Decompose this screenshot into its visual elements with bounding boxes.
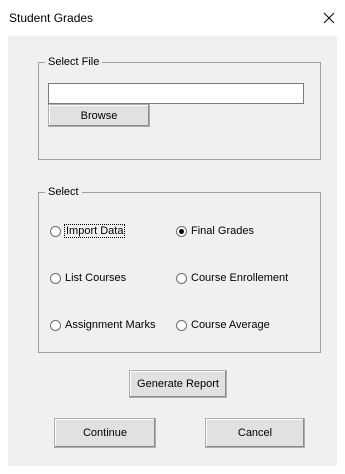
radio-import-data[interactable]: Import Data: [50, 223, 126, 239]
radio-course-enrollement[interactable]: Course Enrollement: [176, 270, 288, 286]
file-path-input[interactable]: [48, 83, 304, 104]
select-file-group: Select File Browse: [38, 55, 321, 160]
radio-final-grades-label: Final Grades: [191, 225, 254, 237]
radio-assignment-marks-circle[interactable]: [50, 319, 61, 331]
radio-assignment-marks[interactable]: Assignment Marks: [50, 317, 155, 333]
dialog-body: Select File Browse Select Import Data Fi…: [8, 36, 337, 466]
radio-course-enrollement-circle[interactable]: [176, 272, 187, 284]
continue-button[interactable]: Continue: [54, 418, 156, 448]
radio-final-grades-circle[interactable]: [176, 225, 187, 237]
radio-list-courses-circle[interactable]: [50, 272, 61, 284]
cancel-button[interactable]: Cancel: [205, 418, 305, 448]
select-group: Select Import Data Final Grades List Cou…: [38, 185, 321, 353]
radio-course-average[interactable]: Course Average: [176, 317, 270, 333]
radio-course-average-circle[interactable]: [176, 319, 187, 331]
radio-course-average-label: Course Average: [191, 319, 270, 331]
window-title: Student Grades: [9, 11, 94, 25]
browse-button[interactable]: Browse: [48, 104, 150, 127]
generate-report-button[interactable]: Generate Report: [129, 370, 227, 398]
close-button[interactable]: [317, 7, 341, 29]
radio-import-data-circle[interactable]: [50, 225, 61, 237]
radio-assignment-marks-label: Assignment Marks: [65, 319, 156, 331]
radio-list-courses[interactable]: List Courses: [50, 270, 126, 286]
select-file-legend: Select File: [45, 55, 103, 69]
select-legend: Select: [45, 185, 82, 199]
radio-list-courses-label: List Courses: [65, 272, 127, 284]
radio-final-grades[interactable]: Final Grades: [176, 223, 254, 239]
title-bar: Student Grades: [0, 0, 345, 36]
radio-course-enrollement-label: Course Enrollement: [191, 272, 289, 284]
close-icon: [323, 12, 335, 24]
radio-import-data-label: Import Data: [63, 224, 126, 238]
